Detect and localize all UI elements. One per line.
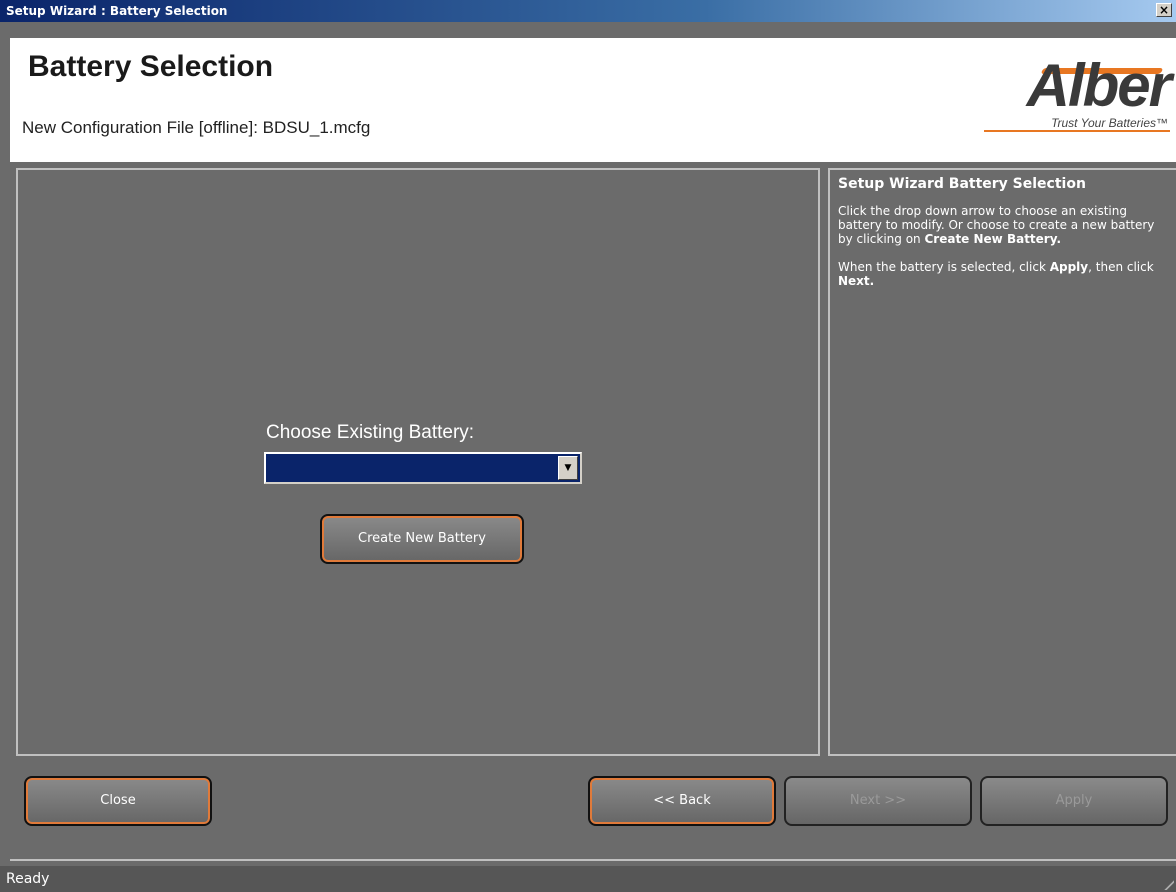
- help-p2-bold-apply: Apply: [1049, 260, 1089, 274]
- apply-button[interactable]: Apply: [980, 776, 1168, 826]
- battery-selection-panel: Choose Existing Battery: ▼ Create New Ba…: [16, 168, 820, 756]
- alber-logo: Alber Trust Your Batteries™: [970, 52, 1172, 134]
- help-title: Setup Wizard Battery Selection: [838, 176, 1086, 192]
- help-p2-text-2: , then click: [1088, 260, 1154, 274]
- wizard-header: Battery Selection New Configuration File…: [10, 38, 1176, 162]
- close-window-button[interactable]: ×: [1156, 3, 1172, 17]
- window-title: Setup Wizard : Battery Selection: [6, 4, 228, 18]
- help-p2-text-1: When the battery is selected, click: [838, 260, 1050, 274]
- config-file-subtitle: New Configuration File [offline]: BDSU_1…: [22, 118, 371, 137]
- help-paragraph-1: Click the drop down arrow to choose an e…: [838, 204, 1168, 246]
- help-p2-bold-next: Next.: [838, 274, 875, 288]
- logo-wordmark: Alber: [1026, 52, 1172, 119]
- create-new-battery-button[interactable]: Create New Battery: [320, 514, 524, 564]
- footer-divider: [10, 859, 1176, 861]
- page-title: Battery Selection: [28, 50, 274, 83]
- battery-dropdown[interactable]: ▼: [264, 452, 582, 484]
- help-p1-bold: Create New Battery.: [924, 232, 1061, 246]
- next-button[interactable]: Next >>: [784, 776, 972, 826]
- status-text: Ready: [6, 871, 50, 887]
- help-paragraph-2: When the battery is selected, click Appl…: [838, 260, 1168, 288]
- status-bar: Ready: [0, 866, 1176, 892]
- logo-underline: [984, 130, 1170, 132]
- help-panel: Setup Wizard Battery Selection Click the…: [828, 168, 1176, 756]
- dropdown-arrow-icon[interactable]: ▼: [558, 456, 578, 480]
- close-button[interactable]: Close: [24, 776, 212, 826]
- window-titlebar: Setup Wizard : Battery Selection ×: [0, 0, 1176, 22]
- logo-tagline: Trust Your Batteries™: [1051, 116, 1168, 130]
- back-button[interactable]: << Back: [588, 776, 776, 826]
- choose-battery-label: Choose Existing Battery:: [266, 422, 475, 443]
- resize-grip-icon[interactable]: [1162, 878, 1174, 890]
